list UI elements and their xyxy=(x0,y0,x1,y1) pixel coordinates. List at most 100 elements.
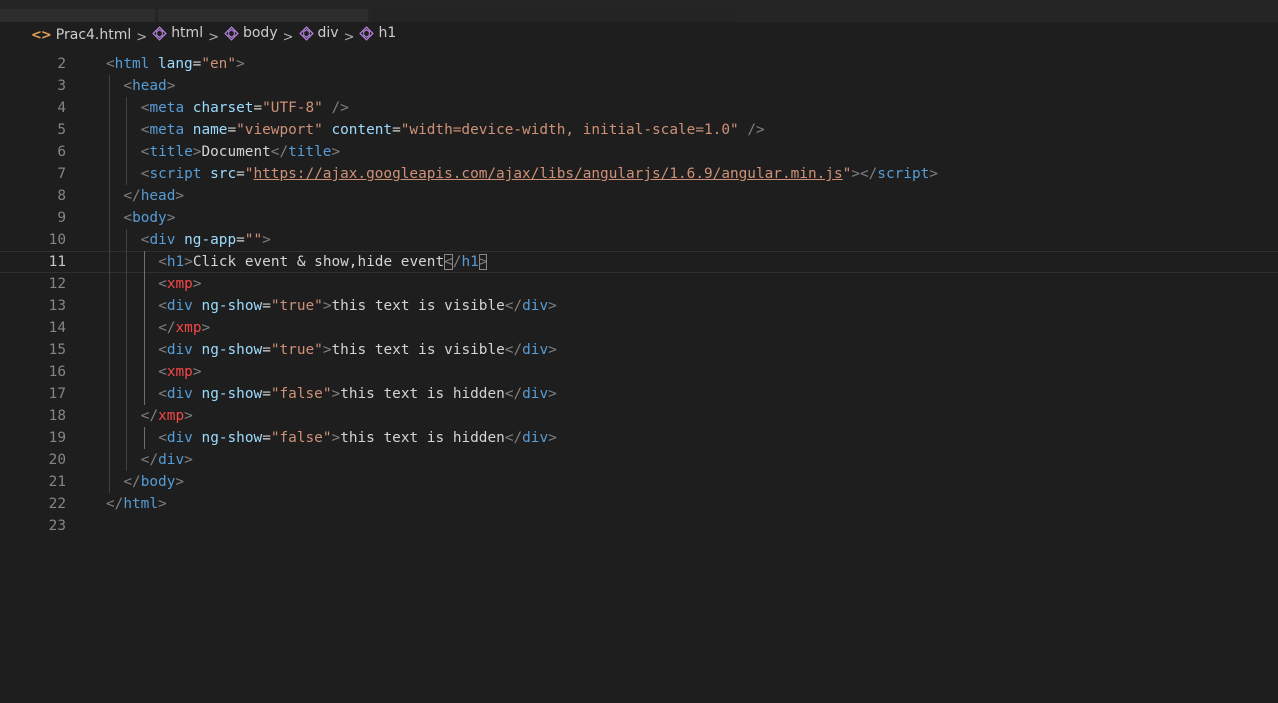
code-text: </xmp> xyxy=(141,405,193,427)
bracket-match: > xyxy=(478,254,488,270)
code-token: > xyxy=(201,320,211,336)
code-token: ng-show xyxy=(201,386,263,402)
code-token: > xyxy=(548,298,557,314)
code-token: xmp xyxy=(158,408,185,424)
code-line[interactable]: 13 <div ng-show="true">this text is visib… xyxy=(0,295,1278,317)
line-number: 6 xyxy=(57,144,66,160)
code-token: /> xyxy=(747,122,765,138)
code-line[interactable]: 18 </xmp> xyxy=(0,405,1278,427)
code-token: div xyxy=(522,386,549,402)
code-token: script xyxy=(149,166,202,182)
line-number: 12 xyxy=(48,276,66,292)
breadcrumb-item-body[interactable]: body xyxy=(224,25,278,41)
code-token: > xyxy=(184,254,193,270)
code-line[interactable]: 8 </head> xyxy=(0,185,1278,207)
code-line[interactable]: 20 </div> xyxy=(0,449,1278,471)
code-token: = xyxy=(392,122,401,138)
breadcrumb-item-div[interactable]: div xyxy=(298,25,339,41)
breadcrumb-item-h1[interactable]: h1 xyxy=(359,25,396,41)
code-token: > xyxy=(192,276,202,292)
breadcrumb-item-label: body xyxy=(242,25,278,42)
code-token: > xyxy=(175,474,185,490)
code-token: head xyxy=(132,78,167,94)
breadcrumb-separator: > xyxy=(282,29,294,45)
editor-tab[interactable] xyxy=(0,9,155,22)
code-token: > xyxy=(184,408,193,424)
indent-guide xyxy=(126,427,128,449)
code-token: meta xyxy=(149,122,185,138)
indent-guide xyxy=(109,75,110,97)
breadcrumb-item-html[interactable]: html xyxy=(152,25,203,41)
indent-guide xyxy=(126,251,128,273)
editor-tab[interactable] xyxy=(371,9,736,22)
code-token: div xyxy=(166,342,193,358)
code-token: </ xyxy=(123,474,141,490)
tab-strip xyxy=(0,0,1278,22)
code-token: title xyxy=(149,144,193,160)
code-line[interactable]: 2 <html lang="en"> xyxy=(0,53,1278,75)
indent-guide xyxy=(126,273,128,295)
code-token: < xyxy=(158,276,167,292)
editor-tab[interactable] xyxy=(158,9,368,22)
code-line[interactable]: 23 xyxy=(0,515,1278,537)
code-token: "false" xyxy=(270,430,332,446)
indent-guide xyxy=(109,251,110,273)
code-line[interactable]: 7 <script src="https://ajax.googleapis.co… xyxy=(0,163,1278,185)
breadcrumb-file[interactable]: <> Prac4.html xyxy=(31,27,131,43)
code-token: lang xyxy=(158,56,193,72)
code-token: h1 xyxy=(461,254,479,270)
code-line[interactable]: 11 <h1>Click event & show,hide event</h1> xyxy=(0,251,1278,273)
code-line[interactable]: 17 <div ng-show="false">this text is hidd… xyxy=(0,383,1278,405)
code-text: <xmp> xyxy=(158,361,201,383)
code-line[interactable]: 3 <head> xyxy=(0,75,1278,97)
indent-guide xyxy=(143,361,145,383)
code-token: < xyxy=(158,298,167,314)
line-number: 11 xyxy=(48,254,66,270)
code-token: </ xyxy=(504,386,523,402)
code-token: "viewport" xyxy=(236,122,323,138)
code-editor[interactable]: 2 <html lang="en"> 3 <head> 4 <meta charset="… xyxy=(0,53,1278,703)
code-line[interactable]: 21 </body> xyxy=(0,471,1278,493)
indent-guide xyxy=(126,449,128,471)
code-line[interactable]: 4 <meta charset="UTF-8" /> xyxy=(0,97,1278,119)
line-number: 16 xyxy=(48,364,66,380)
symbol-element-icon xyxy=(298,25,318,41)
code-line[interactable]: 16 <xmp> xyxy=(0,361,1278,383)
code-token: > xyxy=(175,188,185,204)
code-line[interactable]: 9 <body> xyxy=(0,207,1278,229)
code-text: <html lang="en"> xyxy=(106,53,245,75)
code-token: ng-app xyxy=(184,232,237,248)
code-token: this text is hidden xyxy=(340,386,505,402)
indent-guide xyxy=(143,295,145,317)
code-text: <body> xyxy=(123,207,175,229)
code-line[interactable]: 5 <meta name="viewport" content="width=de… xyxy=(0,119,1278,141)
code-line[interactable]: 10 <div ng-app=""> xyxy=(0,229,1278,251)
code-line[interactable]: 19 <div ng-show="false">this text is hidd… xyxy=(0,427,1278,449)
code-line[interactable]: 22 </html> xyxy=(0,493,1278,515)
indent-guide xyxy=(126,317,128,339)
line-number: 19 xyxy=(48,430,66,446)
code-token: </ xyxy=(123,188,141,204)
indent-guide xyxy=(143,339,145,361)
code-token: "true" xyxy=(270,342,323,358)
code-line[interactable]: 6 <title>Document</title> xyxy=(0,141,1278,163)
code-line[interactable]: 12 <xmp> xyxy=(0,273,1278,295)
code-token: this text is visible xyxy=(331,342,505,358)
indent-guide xyxy=(143,273,145,295)
code-token: ng-show xyxy=(201,430,263,446)
code-token: charset xyxy=(192,100,254,116)
code-token: html xyxy=(123,496,158,512)
symbol-element-icon xyxy=(224,25,243,41)
code-line[interactable]: 15 <div ng-show="true">this text is visib… xyxy=(0,339,1278,361)
code-text: <title>Document</title> xyxy=(141,141,340,163)
code-text: <meta name="viewport" content="width=dev… xyxy=(141,119,765,141)
code-line[interactable]: 14 </xmp> xyxy=(0,317,1278,339)
code-text: <head> xyxy=(123,75,175,97)
code-token: xmp xyxy=(166,276,193,292)
code-token: div xyxy=(158,452,185,468)
